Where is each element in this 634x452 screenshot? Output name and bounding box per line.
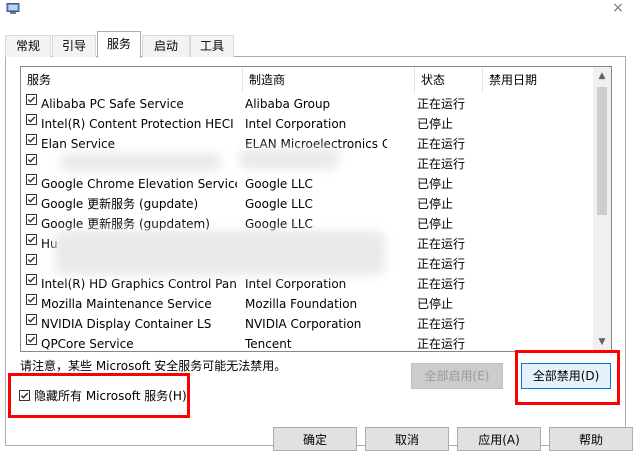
checkbox-icon[interactable] (26, 294, 37, 305)
column-header-manufacturer[interactable]: 制造商 (243, 67, 415, 93)
service-status: 已停止 (417, 217, 454, 231)
table-row[interactable]: QPCore Service Tencent 正在运行 (21, 334, 593, 351)
service-status: 已停止 (417, 297, 454, 311)
service-manufacturer: Intel Corporation (245, 277, 347, 291)
service-manufacturer: Google LLC (245, 177, 313, 191)
tab-startup[interactable]: 启动 (142, 35, 190, 57)
checkbox-icon[interactable] (26, 114, 37, 125)
service-status: 正在运行 (417, 97, 466, 111)
service-name: Alibaba PC Safe Service (41, 97, 184, 111)
service-name: Google 更新服务 (gupdate) (41, 197, 199, 211)
list-scrollbar[interactable]: ▲ ▼ (593, 67, 611, 351)
checkbox-icon[interactable] (26, 314, 37, 325)
table-row[interactable]: Mozilla Maintenance Service Mozilla Found… (21, 294, 593, 314)
redaction-blur (55, 231, 385, 275)
service-name: Google Chrome Elevation Service (41, 177, 237, 191)
redaction-blur (61, 153, 221, 171)
service-name: Intel(R) HD Graphics Control Pan... (41, 277, 237, 291)
security-services-note: 请注意，某些 Microsoft 安全服务可能无法禁用。 (20, 359, 287, 373)
highlight-box-hide-ms (8, 373, 190, 418)
scroll-up-arrow-icon[interactable]: ▲ (593, 67, 611, 85)
service-status: 已停止 (417, 117, 454, 131)
service-manufacturer: Tencent (245, 337, 292, 351)
service-status: 正在运行 (417, 337, 466, 351)
service-name: Intel(R) Content Protection HECI ... (41, 117, 237, 131)
checkbox-icon[interactable] (26, 214, 37, 225)
checkbox-icon[interactable] (26, 234, 37, 245)
checkbox-icon[interactable] (26, 134, 37, 145)
service-status: 已停止 (417, 197, 454, 211)
service-manufacturer: NVIDIA Corporation (245, 317, 362, 331)
highlight-box-disable-all (515, 350, 620, 405)
msconfig-computer-icon (6, 3, 20, 15)
service-status: 正在运行 (417, 277, 466, 291)
tab-tools[interactable]: 工具 (190, 35, 234, 57)
table-row[interactable]: Intel(R) Content Protection HECI ... Inte… (21, 114, 593, 134)
service-manufacturer: Alibaba Group (245, 97, 331, 111)
enable-all-button[interactable]: 全部启用(E) (411, 363, 503, 389)
service-name: Mozilla Maintenance Service (41, 297, 212, 311)
apply-button[interactable]: 应用(A) (457, 427, 541, 451)
service-status: 正在运行 (417, 137, 466, 151)
ok-button[interactable]: 确定 (273, 427, 357, 451)
checkbox-icon[interactable] (26, 254, 37, 265)
service-manufacturer: Intel Corporation (245, 117, 347, 131)
service-name: Elan Service (41, 137, 116, 151)
checkbox-icon[interactable] (26, 94, 37, 105)
tab-general[interactable]: 常规 (5, 35, 51, 57)
redaction-blur (239, 149, 339, 169)
service-manufacturer: Google LLC (245, 197, 313, 211)
checkbox-icon[interactable] (26, 154, 37, 165)
close-button[interactable]: × (610, 0, 626, 16)
service-status: 正在运行 (417, 157, 466, 171)
column-header-disable-date[interactable]: 禁用日期 (483, 67, 593, 93)
tab-boot[interactable]: 引导 (52, 35, 96, 57)
service-status: 正在运行 (417, 257, 466, 271)
checkbox-icon[interactable] (26, 194, 37, 205)
scrollbar-thumb[interactable] (597, 87, 607, 215)
cancel-button[interactable]: 取消 (365, 427, 449, 451)
column-header-service[interactable]: 服务 (21, 67, 243, 93)
service-status: 正在运行 (417, 237, 466, 251)
table-row[interactable]: Intel(R) HD Graphics Control Pan... Intel… (21, 274, 593, 294)
tab-services[interactable]: 服务 (97, 31, 141, 58)
scroll-down-arrow-icon[interactable]: ▼ (593, 333, 611, 351)
table-row[interactable]: Google 更新服务 (gupdate) Google LLC 已停止 (21, 194, 593, 214)
service-name: NVIDIA Display Container LS (41, 317, 212, 331)
checkbox-icon[interactable] (26, 274, 37, 285)
checkbox-icon[interactable] (26, 334, 37, 345)
help-button[interactable]: 帮助 (549, 427, 633, 451)
service-manufacturer: Mozilla Foundation (245, 297, 358, 311)
service-status: 已停止 (417, 177, 454, 191)
services-list[interactable]: 服务 制造商 状态 禁用日期 Alibaba PC Safe Service Al… (20, 66, 612, 352)
table-row[interactable]: NVIDIA Display Container LS NVIDIA Corpor… (21, 314, 593, 334)
service-status: 正在运行 (417, 317, 466, 331)
table-row[interactable]: Google Chrome Elevation Service Google LL… (21, 174, 593, 194)
column-header-status[interactable]: 状态 (415, 67, 483, 93)
table-row[interactable]: Alibaba PC Safe Service Alibaba Group 正在运行 (21, 94, 593, 114)
service-name: QPCore Service (41, 337, 134, 351)
checkbox-icon[interactable] (26, 174, 37, 185)
